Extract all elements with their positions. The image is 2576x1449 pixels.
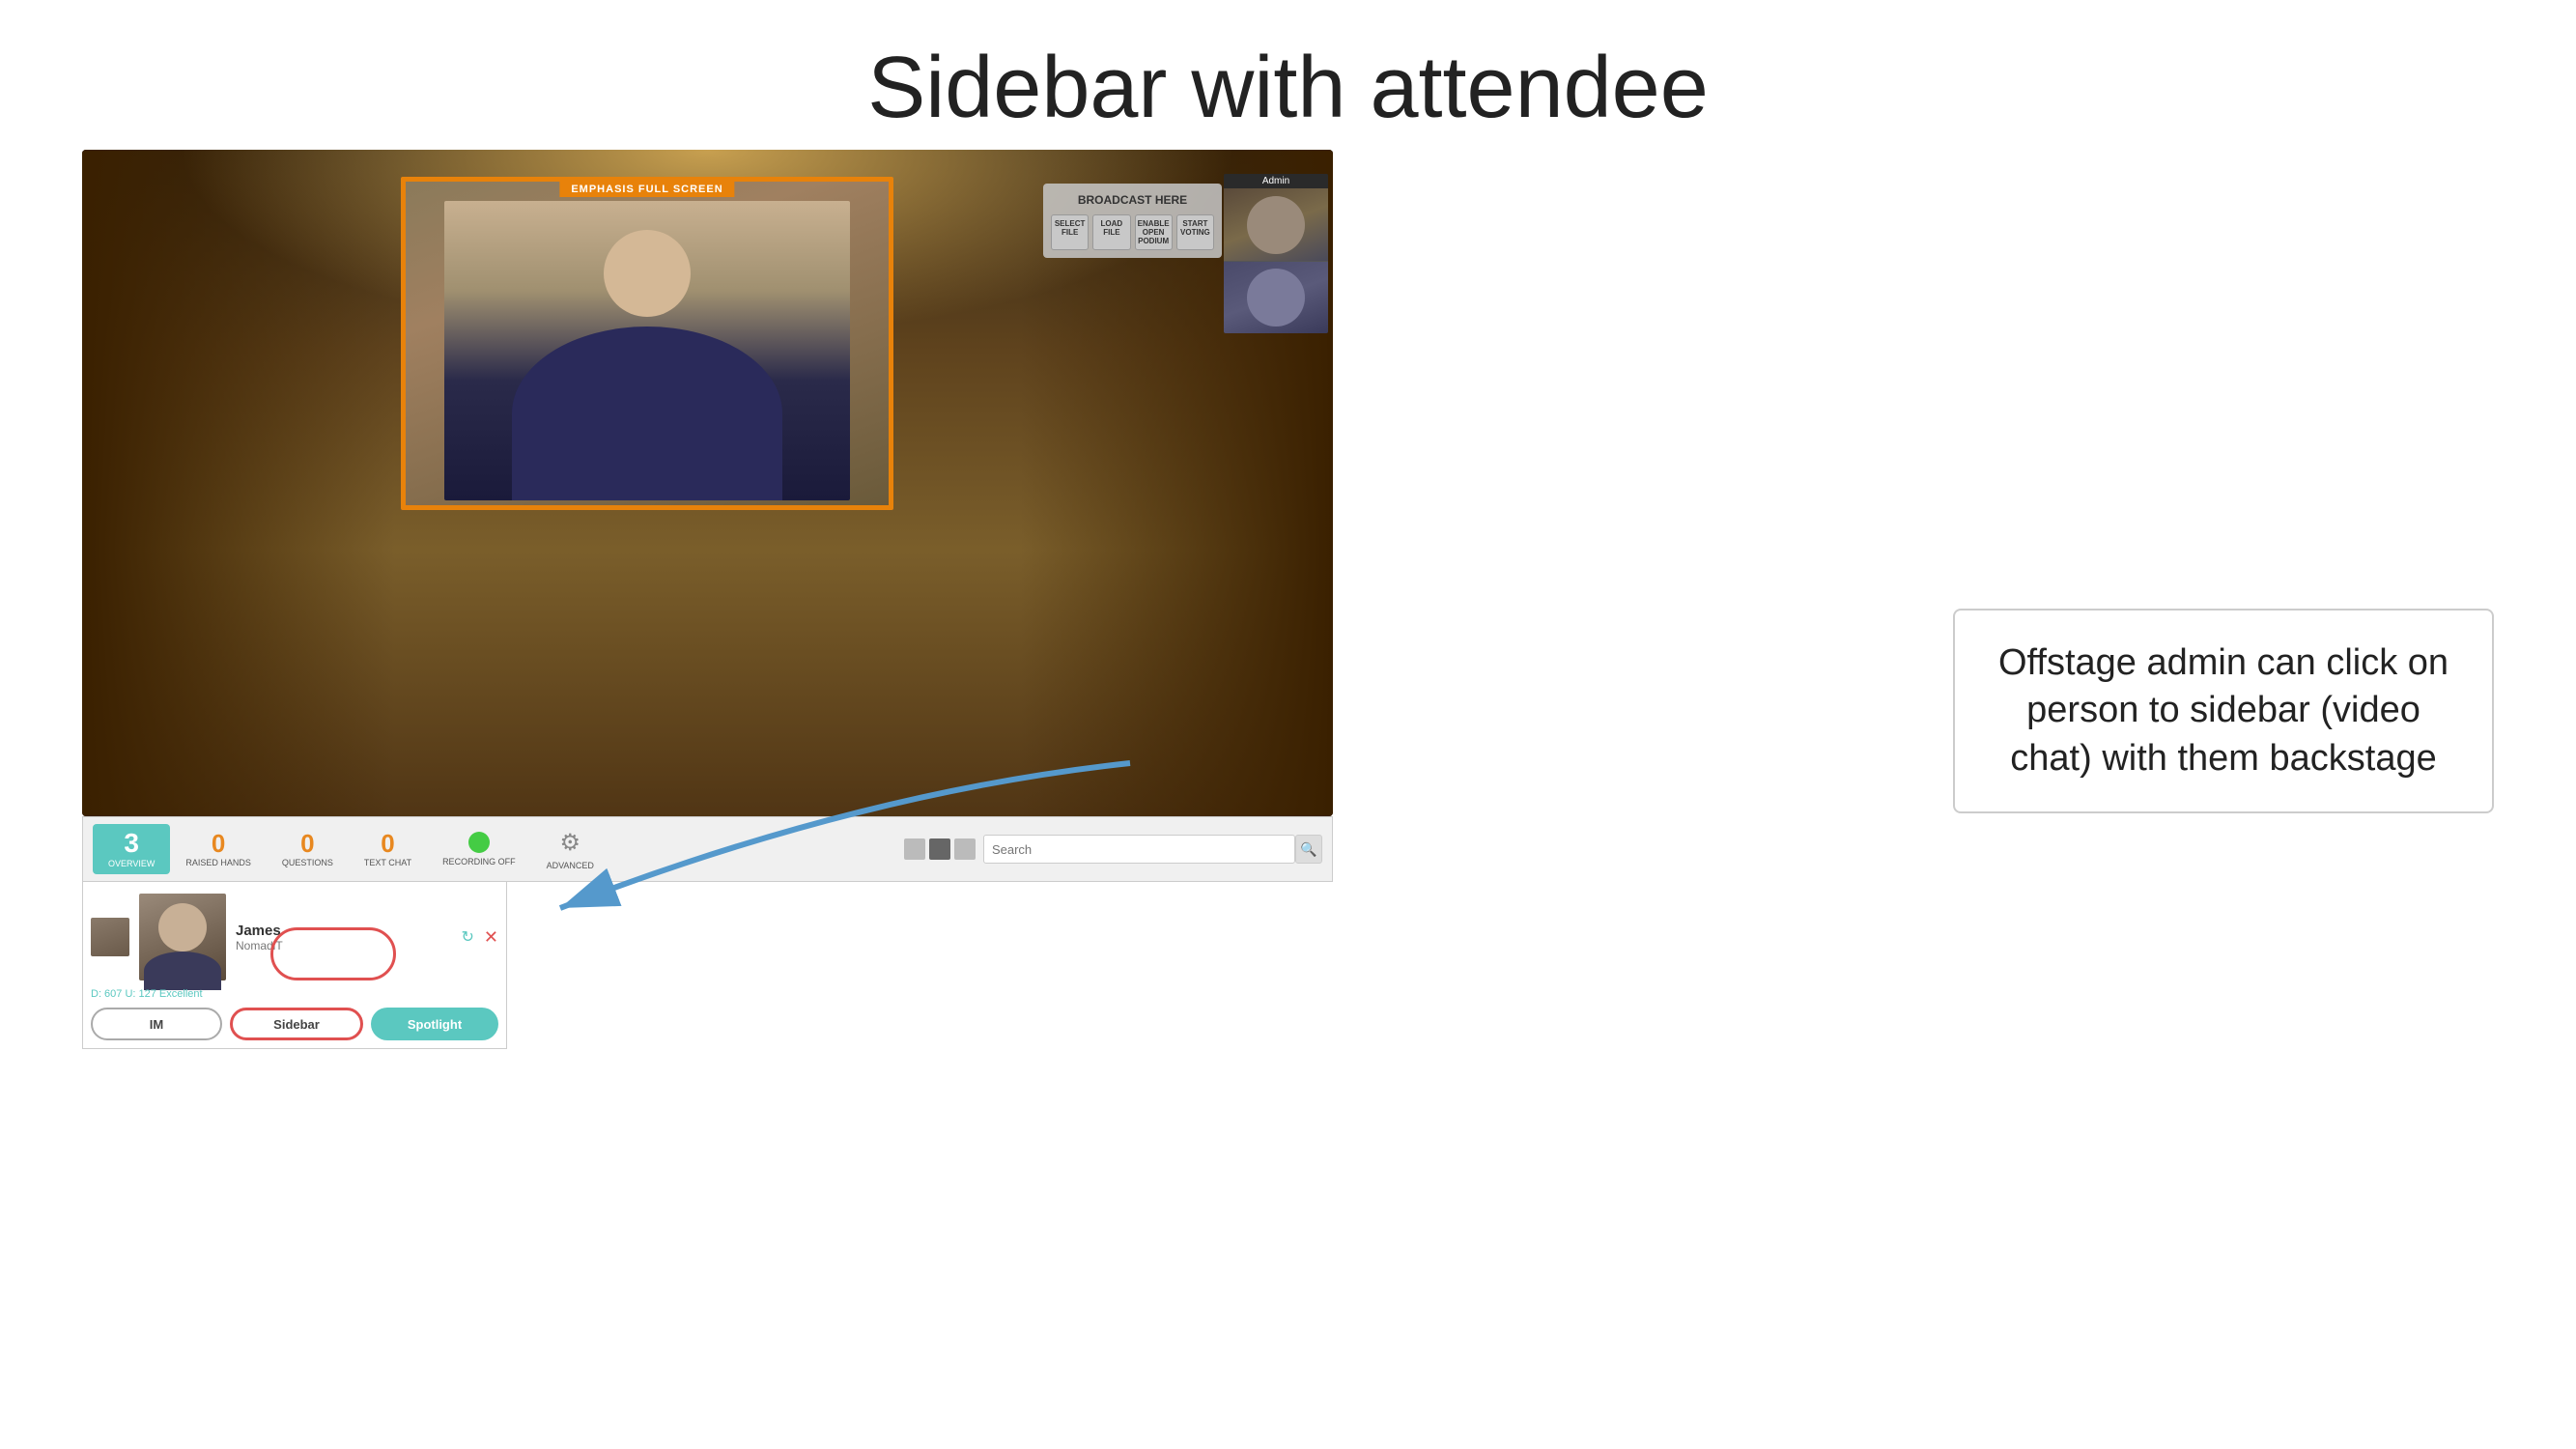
refresh-icon[interactable]: ↻ [462, 927, 474, 947]
callout-text: Offstage admin can click on person to si… [1998, 642, 2449, 779]
overview-label: OVERVIEW [108, 859, 155, 868]
toolbar-raised-hands[interactable]: 0 RAISED HANDS [170, 825, 267, 873]
close-icon[interactable]: ✕ [484, 927, 498, 948]
attendee-small-avatar [91, 918, 129, 956]
view-icon-2[interactable] [929, 838, 950, 860]
toolbar: 3 OVERVIEW 0 RAISED HANDS 0 QUESTIONS 0 … [82, 816, 1333, 882]
search-button[interactable]: 🔍 [1295, 835, 1322, 864]
im-button[interactable]: IM [91, 1008, 222, 1040]
broadcast-buttons[interactable]: SELECT FILE LOAD FILE ENABLE OPEN PODIUM… [1051, 214, 1214, 250]
attendee-video-thumb [139, 894, 226, 980]
raised-hands-count: 0 [212, 831, 225, 856]
load-file-button[interactable]: LOAD FILE [1092, 214, 1130, 250]
attendee-action-buttons: IM Sidebar Spotlight [91, 1008, 498, 1040]
view-toggle-group [904, 838, 976, 860]
recording-label: RECORDING OFF [442, 857, 516, 867]
attendee-company: NomadiT [236, 939, 452, 952]
attendee-panel: James NomadiT ↻ ✕ D: 607 U: 127 Excellen… [82, 882, 507, 1049]
start-voting-button[interactable]: START VOTING [1176, 214, 1214, 250]
questions-label: QUESTIONS [282, 858, 333, 867]
toolbar-recording[interactable]: RECORDING OFF [427, 826, 531, 872]
speaker-video: EMPHASIS FULL SCREEN [401, 177, 893, 510]
overview-count: 3 [124, 830, 139, 857]
toolbar-advanced[interactable]: ⚙ ADVANCED [531, 823, 609, 876]
recording-dot [468, 832, 490, 853]
admin-label: Admin [1224, 174, 1328, 188]
view-icon-1[interactable] [904, 838, 925, 860]
admin-thumb-1 [1224, 188, 1328, 261]
attendee-name: James [236, 923, 452, 939]
person-head [604, 230, 691, 317]
attendee-info: James NomadiT [236, 923, 452, 952]
emphasis-label: EMPHASIS FULL SCREEN [559, 182, 734, 197]
broadcast-panel: BROADCAST HERE SELECT FILE LOAD FILE ENA… [1043, 184, 1222, 258]
raised-hands-label: RAISED HANDS [185, 858, 251, 867]
main-video-area: EMPHASIS FULL SCREEN BROADCAST HERE SELE… [82, 150, 1333, 816]
person-body [512, 327, 782, 500]
attendee-stats: D: 607 U: 127 Excellent [91, 988, 498, 1000]
attendee-row: James NomadiT ↻ ✕ [91, 890, 498, 984]
search-input[interactable] [983, 835, 1295, 864]
view-icon-3[interactable] [954, 838, 976, 860]
select-file-button[interactable]: SELECT FILE [1051, 214, 1089, 250]
questions-count: 0 [300, 831, 314, 856]
admin-panel: Admin [1224, 174, 1328, 333]
toolbar-text-chat[interactable]: 0 TEXT CHAT [349, 825, 427, 873]
toolbar-questions[interactable]: 0 QUESTIONS [267, 825, 349, 873]
callout-box: Offstage admin can click on person to si… [1953, 609, 2494, 813]
advanced-label: ADVANCED [547, 861, 594, 870]
text-chat-count: 0 [381, 831, 394, 856]
speaker-person [444, 201, 850, 500]
toolbar-overview[interactable]: 3 OVERVIEW [93, 824, 170, 874]
admin-thumb-2 [1224, 261, 1328, 333]
gear-icon: ⚙ [559, 829, 580, 857]
text-chat-label: TEXT CHAT [364, 858, 411, 867]
broadcast-title: BROADCAST HERE [1051, 193, 1214, 207]
spotlight-button[interactable]: Spotlight [371, 1008, 498, 1040]
enable-open-podium-button[interactable]: ENABLE OPEN PODIUM [1135, 214, 1173, 250]
sidebar-button[interactable]: Sidebar [230, 1008, 363, 1040]
